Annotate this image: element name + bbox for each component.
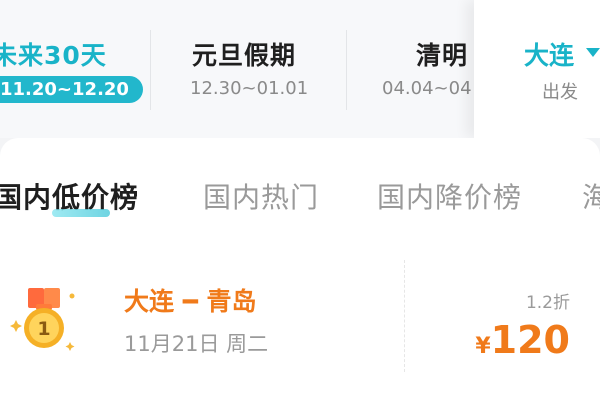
gold-medal-icon: 1: [10, 288, 75, 351]
tab-overseas[interactable]: 海: [582, 176, 600, 216]
departure-label: 出发: [542, 82, 578, 103]
date-tab-range: 11.20~12.20: [0, 76, 143, 103]
ranking-panel: 国内低价榜 国内热门 国内降价榜 海 1 大连 ━ 青岛 11月21日 周二 1…: [0, 138, 600, 400]
date-tab-next-30-days[interactable]: 未来30天 11.20~12.20: [0, 0, 150, 138]
tab-domestic-price-drop[interactable]: 国内降价榜: [377, 176, 522, 216]
departure-city: 大连: [524, 41, 575, 70]
tab-domestic-popular[interactable]: 国内热门: [203, 176, 319, 216]
active-tab-indicator: [52, 209, 110, 217]
flight-date: 11月21日 周二: [124, 332, 269, 356]
deal-list-item[interactable]: 1 大连 ━ 青岛 11月21日 周二 1.2折 ¥120: [0, 232, 600, 400]
currency-symbol: ¥: [475, 334, 491, 359]
divider: [404, 260, 405, 372]
discount-label: 1.2折: [525, 293, 570, 313]
date-tab-name: 未来30天: [0, 41, 107, 70]
rank-number: 1: [37, 318, 50, 340]
date-range-bar: 未来30天 11.20~12.20 元旦假期 12.30~01.01 清明 04…: [0, 0, 600, 138]
price: ¥120: [475, 318, 570, 362]
date-tab-name: 清明: [416, 41, 469, 70]
date-tab-qingming[interactable]: 清明 04.04~04: [346, 0, 474, 138]
date-tab-new-year-holiday[interactable]: 元旦假期 12.30~01.01: [150, 0, 346, 138]
route-text: 大连 ━ 青岛: [124, 287, 257, 316]
date-tab-range: 04.04~04: [382, 78, 472, 99]
price-amount: 120: [490, 318, 570, 362]
date-tab-name: 元旦假期: [192, 41, 297, 70]
departure-city-selector[interactable]: 大连 出发: [474, 0, 600, 138]
date-tab-range: 12.30~01.01: [190, 78, 309, 99]
caret-down-icon: [586, 48, 600, 57]
